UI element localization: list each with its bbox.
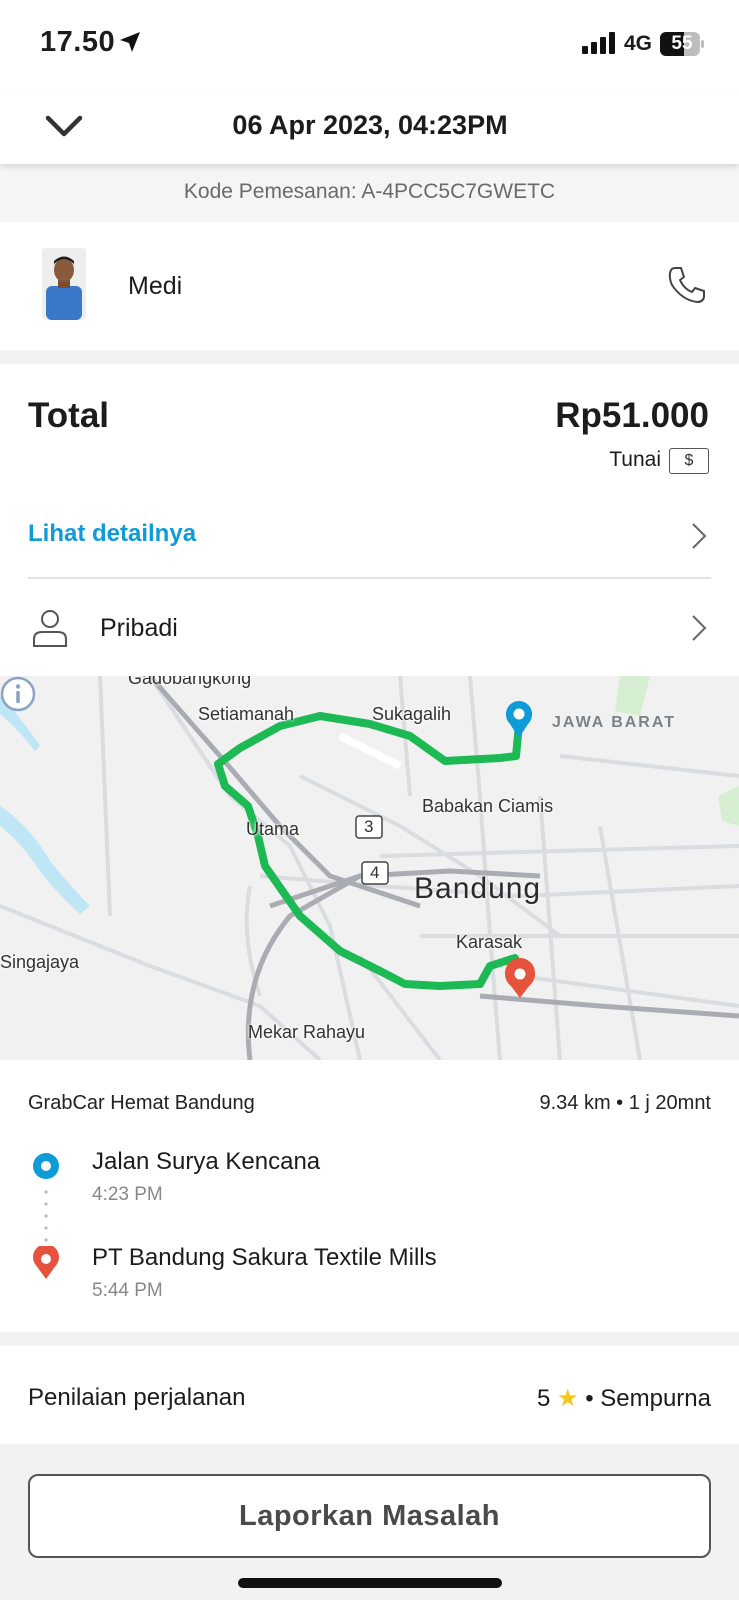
divider — [28, 577, 711, 579]
map-label-utama: Utama — [246, 819, 300, 839]
trip-distance-duration: 9.34 km • 1 j 20mnt — [539, 1092, 711, 1114]
chevron-right-icon[interactable] — [691, 522, 707, 550]
service-name: GrabCar Hemat Bandung — [28, 1092, 255, 1114]
route-map[interactable]: Gadobangkong Setiamanah Sukagalih JAWA B… — [0, 676, 739, 1060]
map-label-karasak: Karasak — [456, 932, 523, 952]
cash-icon: $ — [669, 448, 709, 474]
runway-shape — [338, 732, 402, 770]
battery-level: 55 — [671, 33, 693, 54]
report-problem-button[interactable]: Laporkan Masalah — [28, 1474, 711, 1558]
person-icon — [33, 610, 67, 647]
map-label-jawa-barat: JAWA BARAT — [552, 714, 676, 731]
chevron-down-icon[interactable] — [44, 110, 84, 140]
map-label-bandung: Bandung — [414, 872, 542, 905]
info-icon[interactable] — [0, 676, 36, 712]
trip-details: GrabCar Hemat Bandung 9.34 km • 1 j 20mn… — [0, 1060, 739, 1332]
status-bar: 17.50 4G 55 — [0, 0, 739, 92]
payment-method: Tunai — [609, 448, 661, 471]
trip-rating: Penilaian perjalanan 5 ★ • Sempurna — [0, 1346, 739, 1444]
total-label: Total — [28, 396, 110, 435]
dropoff-time: 5:44 PM — [92, 1280, 163, 1301]
driver-name: Medi — [128, 272, 183, 300]
map-label-setiamanah: Setiamanah — [198, 704, 295, 724]
network-type: 4G — [624, 32, 653, 55]
dropoff-location: PT Bandung Sakura Textile Mills — [92, 1244, 437, 1271]
view-details-link[interactable]: Lihat detailnya — [28, 520, 196, 548]
rating-word: Sempurna — [600, 1385, 711, 1412]
pickup-location: Jalan Surya Kencana — [92, 1148, 321, 1175]
phone-icon[interactable] — [666, 264, 708, 306]
map-label-singajaya: Singajaya — [0, 952, 80, 972]
dropoff-pin — [505, 958, 535, 998]
map-label-mekar-rahayu: Mekar Rahayu — [248, 1022, 366, 1042]
park-shape — [615, 676, 650, 716]
pickup-dot-icon — [33, 1153, 59, 1179]
map-label-gadobangkong: Gadobangkong — [128, 676, 252, 688]
rating-value: 5 ★ • Sempurna — [537, 1384, 711, 1413]
pickup-time: 4:23 PM — [92, 1184, 163, 1205]
pickup-pin — [506, 701, 532, 738]
booking-code: Kode Pemesanan: A-4PCC5C7GWETC — [0, 164, 739, 222]
signal-icon — [582, 32, 615, 54]
header: 06 Apr 2023, 04:23PM — [0, 92, 739, 164]
star-icon: ★ — [557, 1385, 579, 1412]
payment-card: Total Rp51.000 Tunai $ Lihat detailnya P… — [0, 364, 739, 676]
road-number-4: 4 — [370, 863, 380, 882]
total-amount: Rp51.000 — [555, 396, 709, 435]
rating-separator: • — [585, 1385, 594, 1412]
page-title: 06 Apr 2023, 04:23PM — [232, 110, 508, 140]
rating-label: Penilaian perjalanan — [28, 1384, 246, 1411]
dropoff-pin-icon — [33, 1246, 59, 1279]
profile-label[interactable]: Pribadi — [100, 614, 178, 643]
river-shape — [0, 806, 90, 914]
highways — [148, 676, 739, 1060]
rating-score: 5 — [536, 1385, 551, 1412]
park-shape — [718, 786, 739, 826]
map-label-sukagalih: Sukagalih — [372, 704, 452, 724]
road-number-3: 3 — [364, 817, 374, 836]
driver-avatar — [42, 248, 86, 320]
chevron-right-icon[interactable] — [691, 614, 707, 642]
status-time: 17.50 — [40, 26, 116, 58]
driver-row: Medi — [0, 222, 739, 350]
location-arrow-icon — [120, 32, 140, 52]
home-indicator[interactable] — [238, 1578, 502, 1588]
map-label-babakan-ciamis: Babakan Ciamis — [422, 796, 554, 816]
